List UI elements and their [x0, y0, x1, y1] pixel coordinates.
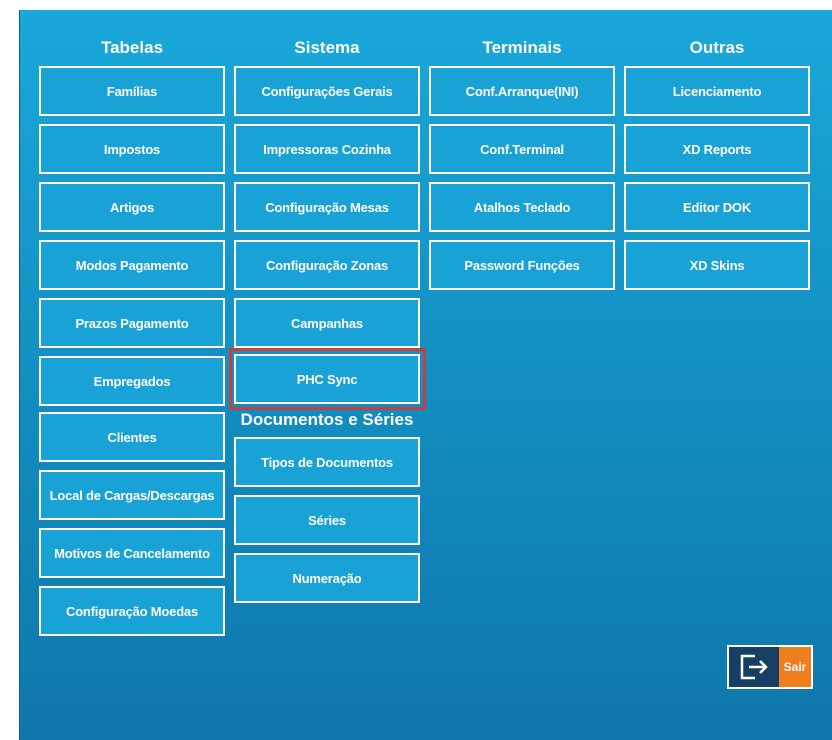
campanhas-button[interactable]: Campanhas	[234, 298, 420, 348]
modos-pagamento-button[interactable]: Modos Pagamento	[39, 240, 225, 290]
conf-terminal-button[interactable]: Conf.Terminal	[429, 124, 615, 174]
sair-label: Sair	[779, 647, 811, 687]
sistema-heading: Sistema	[294, 38, 360, 57]
configuracao-moedas-button[interactable]: Configuração Moedas	[39, 586, 225, 636]
configuracao-zonas-button[interactable]: Configuração Zonas	[234, 240, 420, 290]
sair-button[interactable]: Sair	[727, 645, 813, 689]
xd-skins-button[interactable]: XD Skins	[624, 240, 810, 290]
configuracao-mesas-button[interactable]: Configuração Mesas	[234, 182, 420, 232]
configuracoes-gerais-button[interactable]: Configurações Gerais	[234, 66, 420, 116]
outras-heading: Outras	[689, 38, 745, 57]
tabelas-heading: Tabelas	[100, 38, 164, 57]
empregados-button[interactable]: Empregados	[39, 356, 225, 406]
settings-panel: Tabelas Sistema Terminais Outras Família…	[19, 10, 832, 740]
impressoras-cozinha-button[interactable]: Impressoras Cozinha	[234, 124, 420, 174]
terminais-heading: Terminais	[482, 38, 562, 57]
xd-reports-button[interactable]: XD Reports	[624, 124, 810, 174]
numeracao-button[interactable]: Numeração	[234, 553, 420, 603]
licenciamento-button[interactable]: Licenciamento	[624, 66, 810, 116]
editor-dok-button[interactable]: Editor DOK	[624, 182, 810, 232]
exit-icon	[729, 647, 779, 687]
atalhos-teclado-button[interactable]: Atalhos Teclado	[429, 182, 615, 232]
tipos-documentos-button[interactable]: Tipos de Documentos	[234, 437, 420, 487]
selection-highlight	[229, 348, 426, 410]
clientes-button[interactable]: Clientes	[39, 412, 225, 462]
prazos-pagamento-button[interactable]: Prazos Pagamento	[39, 298, 225, 348]
documentos-series-heading: Documentos e Séries	[240, 410, 414, 429]
artigos-button[interactable]: Artigos	[39, 182, 225, 232]
password-funcoes-button[interactable]: Password Funções	[429, 240, 615, 290]
local-cargas-descargas-button[interactable]: Local de Cargas/Descargas	[39, 470, 225, 520]
motivos-cancelamento-button[interactable]: Motivos de Cancelamento	[39, 528, 225, 578]
series-button[interactable]: Séries	[234, 495, 420, 545]
conf-arranque-ini-button[interactable]: Conf.Arranque(INI)	[429, 66, 615, 116]
impostos-button[interactable]: Impostos	[39, 124, 225, 174]
familias-button[interactable]: Famílias	[39, 66, 225, 116]
